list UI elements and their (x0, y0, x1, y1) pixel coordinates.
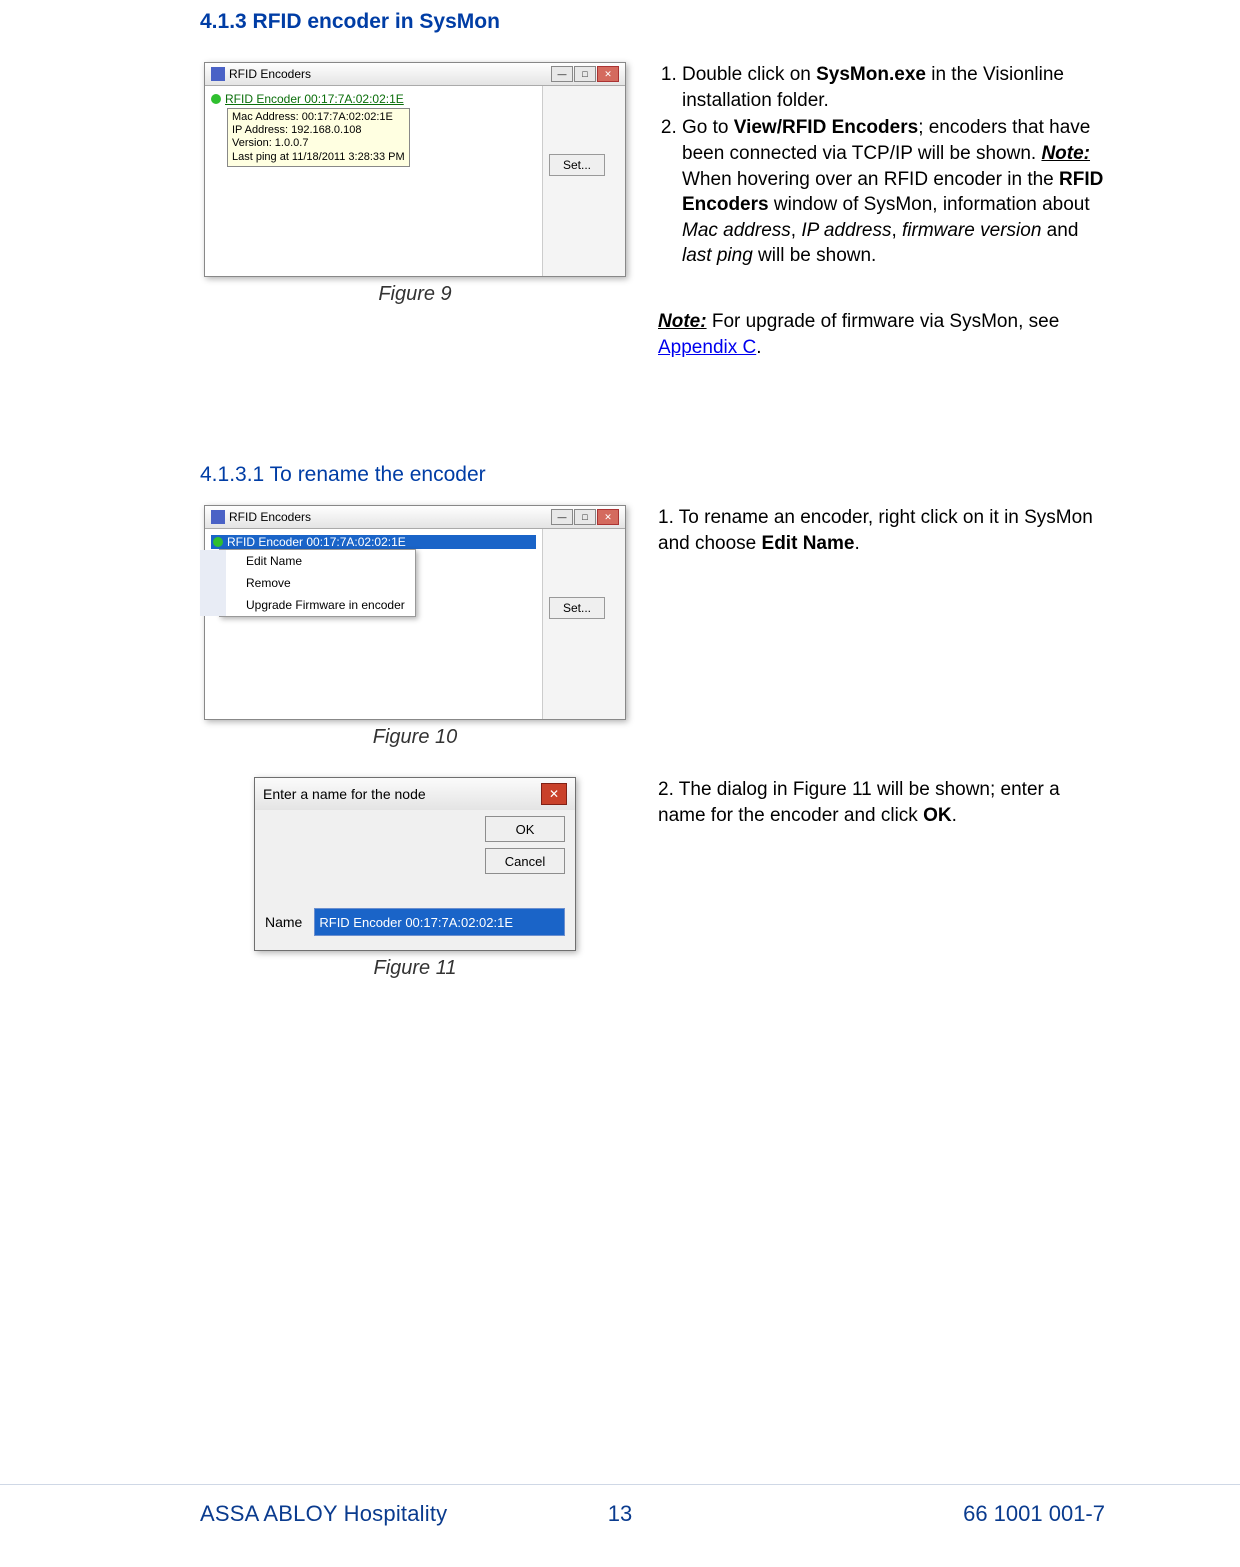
dialog-title: Enter a name for the node (263, 786, 426, 802)
maximize-button[interactable]: □ (574, 509, 596, 525)
encoder-name: RFID Encoder 00:17:7A:02:02:1E (227, 535, 406, 549)
app-icon (211, 67, 225, 81)
status-dot-icon (213, 537, 223, 547)
section-heading-4131: 4.1.3.1 To rename the encoder (200, 463, 1105, 487)
window-title-bar[interactable]: RFID Encoders — □ ✕ (205, 506, 625, 529)
rename-dialog-fig11: Enter a name for the node ✕ OK Cancel Na… (254, 777, 576, 951)
tooltip-mac: Mac Address: 00:17:7A:02:02:1E (232, 111, 405, 124)
encoder-tooltip: Mac Address: 00:17:7A:02:02:1E IP Addres… (227, 108, 410, 167)
instruction-step-b1: 1. To rename an encoder, right click on … (658, 505, 1105, 556)
minimize-button[interactable]: — (551, 509, 573, 525)
menu-upgrade-firmware[interactable]: Upgrade Firmware in encoder (200, 594, 415, 616)
window-title: RFID Encoders (229, 510, 311, 524)
tooltip-version: Version: 1.0.0.7 (232, 137, 405, 150)
menu-edit-name[interactable]: Edit Name (200, 550, 415, 572)
figure-10-caption: Figure 10 (200, 726, 630, 749)
tooltip-lastping: Last ping at 11/18/2011 3:28:33 PM (232, 151, 405, 164)
encoder-list-pane: RFID Encoder 00:17:7A:02:02:1E Mac Addre… (205, 86, 542, 276)
context-menu: Edit Name Remove Upgrade Firmware in enc… (219, 549, 416, 617)
window-title: RFID Encoders (229, 67, 311, 81)
instruction-step-c2: 2. The dialog in Figure 11 will be shown… (658, 777, 1105, 828)
figure-11-caption: Figure 11 (200, 957, 630, 980)
encoder-name: RFID Encoder 00:17:7A:02:02:1E (225, 92, 404, 106)
rfid-encoders-window-fig9: RFID Encoders — □ ✕ RFID Encoder 00:17:7… (204, 62, 626, 277)
ok-button[interactable]: OK (485, 816, 565, 842)
menu-remove[interactable]: Remove (200, 572, 415, 594)
footer-doc-number: 66 1001 001-7 (963, 1501, 1105, 1527)
encoder-list-item-selected[interactable]: RFID Encoder 00:17:7A:02:02:1E (211, 535, 536, 549)
instruction-step-1: Double click on SysMon.exe in the Vision… (682, 62, 1105, 113)
instruction-step-2: Go to View/RFID Encoders; encoders that … (682, 115, 1105, 269)
encoder-list-item[interactable]: RFID Encoder 00:17:7A:02:02:1E (211, 92, 536, 106)
name-input[interactable] (314, 908, 565, 936)
set-button[interactable]: Set... (549, 597, 605, 619)
close-button[interactable]: ✕ (597, 66, 619, 82)
tooltip-ip: IP Address: 192.168.0.108 (232, 124, 405, 137)
name-label: Name (265, 914, 302, 930)
figure-9-caption: Figure 9 (200, 283, 630, 306)
encoder-list-pane: RFID Encoder 00:17:7A:02:02:1E Edit Name… (205, 529, 542, 719)
app-icon (211, 510, 225, 524)
footer-brand: ASSA ABLOY Hospitality (200, 1501, 447, 1527)
set-button[interactable]: Set... (549, 154, 605, 176)
note-paragraph: Note: For upgrade of firmware via SysMon… (658, 309, 1105, 360)
dialog-title-bar[interactable]: Enter a name for the node ✕ (255, 778, 575, 810)
maximize-button[interactable]: □ (574, 66, 596, 82)
cancel-button[interactable]: Cancel (485, 848, 565, 874)
page-footer: ASSA ABLOY Hospitality 13 66 1001 001-7 (0, 1484, 1240, 1527)
close-icon[interactable]: ✕ (541, 783, 567, 805)
footer-page-number: 13 (608, 1501, 632, 1527)
close-button[interactable]: ✕ (597, 509, 619, 525)
window-title-bar[interactable]: RFID Encoders — □ ✕ (205, 63, 625, 86)
rfid-encoders-window-fig10: RFID Encoders — □ ✕ RFID Encoder 00:17:7… (204, 505, 626, 720)
section-heading-413: 4.1.3 RFID encoder in SysMon (200, 10, 1105, 34)
status-dot-icon (211, 94, 221, 104)
minimize-button[interactable]: — (551, 66, 573, 82)
appendix-c-link[interactable]: Appendix C (658, 337, 756, 358)
